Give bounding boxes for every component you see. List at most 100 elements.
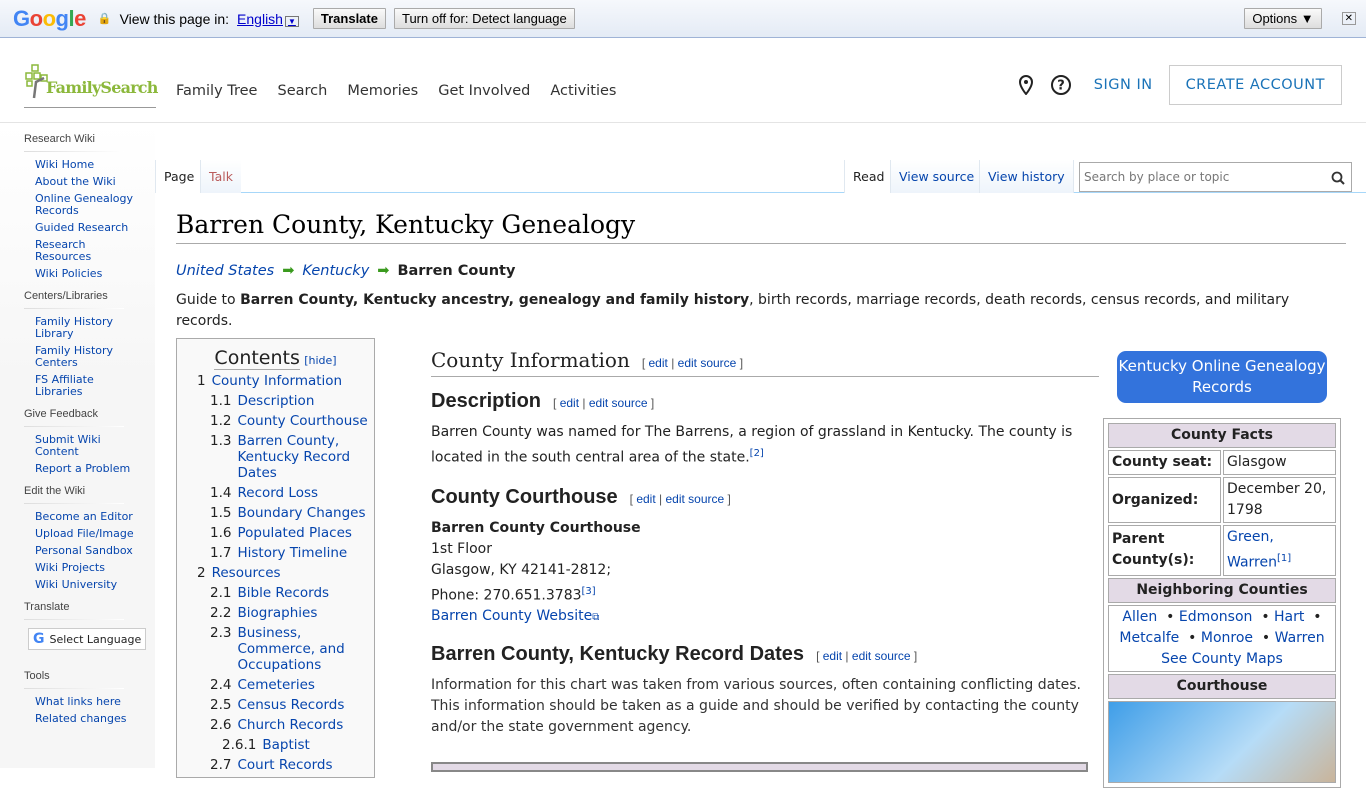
neighbor-county-link[interactable]: Allen <box>1122 609 1157 625</box>
toc-link[interactable]: Bible Records <box>237 585 329 601</box>
translate-button[interactable]: Translate <box>312 8 386 29</box>
turn-off-button[interactable]: Turn off for: Detect language <box>393 8 575 29</box>
sidebar-item[interactable]: Wiki University <box>35 579 135 591</box>
toc-item[interactable]: 1.3 Barren County, Kentucky Record Dates <box>183 433 368 481</box>
toc-item[interactable]: 2.2 Biographies <box>183 605 368 621</box>
toc-link[interactable]: Populated Places <box>237 525 351 541</box>
sidebar-item[interactable]: Guided Research <box>35 222 135 234</box>
toc-link[interactable]: Business, Commerce, and Occupations <box>237 625 368 673</box>
select-language-dropdown[interactable]: G Select Language <box>28 628 146 650</box>
tab-view-source[interactable]: View source <box>890 160 983 193</box>
edit-source-link[interactable]: edit source <box>678 356 737 370</box>
toc-link[interactable]: Biographies <box>237 605 317 621</box>
sidebar-item[interactable]: Family History Centers <box>35 345 135 369</box>
toc-link[interactable]: Resources <box>212 565 281 581</box>
toc-item[interactable]: 2.7 Court Records <box>183 757 368 773</box>
sidebar-item[interactable]: Wiki Home <box>35 159 135 171</box>
county-website-link[interactable]: Barren County Website <box>431 608 592 624</box>
nav-activities[interactable]: Activities <box>550 83 616 99</box>
location-pin-icon[interactable] <box>1018 75 1034 95</box>
edit-source-link[interactable]: edit source <box>665 492 724 506</box>
toc-item[interactable]: 2.1 Bible Records <box>183 585 368 601</box>
toc-link[interactable]: Census Records <box>237 697 344 713</box>
breadcrumb-united-states[interactable]: United States <box>176 263 274 279</box>
sidebar-item[interactable]: Personal Sandbox <box>35 545 135 557</box>
toc-link[interactable]: County Information <box>212 373 343 389</box>
nav-get-involved[interactable]: Get Involved <box>438 83 530 99</box>
toc-link[interactable]: Church Records <box>237 717 343 733</box>
sidebar-item[interactable]: Research Resources <box>35 239 135 263</box>
search-icon[interactable] <box>1331 171 1345 185</box>
toc-item[interactable]: 1.7 History Timeline <box>183 545 368 561</box>
nav-family-tree[interactable]: Family Tree <box>176 83 257 99</box>
sidebar-item[interactable]: What links here <box>35 696 135 708</box>
toc-link[interactable]: History Timeline <box>237 545 347 561</box>
toc-link[interactable]: Record Loss <box>237 485 318 501</box>
toc-link[interactable]: Baptist <box>262 737 309 753</box>
sidebar-item[interactable]: Wiki Projects <box>35 562 135 574</box>
nav-memories[interactable]: Memories <box>347 83 418 99</box>
toc-item[interactable]: 1.4 Record Loss <box>183 485 368 501</box>
toc-item[interactable]: 2.3 Business, Commerce, and Occupations <box>183 625 368 673</box>
neighbor-county-link[interactable]: Monroe <box>1201 630 1253 646</box>
search-input[interactable]: Search by place or topic <box>1079 162 1352 192</box>
tab-view-history[interactable]: View history <box>979 160 1074 193</box>
help-icon[interactable]: ? <box>1050 74 1072 96</box>
reference-link[interactable]: [3] <box>582 586 596 597</box>
tab-talk[interactable]: Talk <box>200 160 241 193</box>
parent-counties-link[interactable]: Green, Warren <box>1227 529 1277 571</box>
toc-link[interactable]: Barren County, Kentucky Record Dates <box>237 433 368 481</box>
edit-source-link[interactable]: edit source <box>852 649 911 663</box>
toc-link[interactable]: County Courthouse <box>237 413 367 429</box>
language-select[interactable]: English ▼ <box>237 11 299 27</box>
sidebar-item[interactable]: Wiki Policies <box>35 268 135 280</box>
edit-source-link[interactable]: edit source <box>589 396 648 410</box>
toc-item[interactable]: 1.6 Populated Places <box>183 525 368 541</box>
edit-link[interactable]: edit <box>823 649 842 663</box>
sidebar-item[interactable]: Family History Library <box>35 316 135 340</box>
toc-item[interactable]: 1.2 County Courthouse <box>183 413 368 429</box>
toc-item[interactable]: 1.1 Description <box>183 393 368 409</box>
toc-hide-link[interactable]: [hide] <box>304 354 336 367</box>
tab-page[interactable]: Page <box>155 160 203 193</box>
toc-item[interactable]: 2.5 Census Records <box>183 697 368 713</box>
toc-item[interactable]: 2.6 Church Records <box>183 717 368 733</box>
neighbor-county-link[interactable]: Warren <box>1275 630 1325 646</box>
sign-in-link[interactable]: SIGN IN <box>1094 77 1153 93</box>
toc-link[interactable]: Court Records <box>237 757 332 773</box>
sidebar-item[interactable]: Upload File/Image <box>35 528 135 540</box>
toc-link[interactable]: Description <box>237 393 314 409</box>
sidebar-item[interactable]: Online Genealogy Records <box>35 193 135 217</box>
reference-link[interactable]: [2] <box>750 448 764 459</box>
toc-item[interactable]: 1 County Information <box>183 373 368 389</box>
toc-item[interactable]: 2.6.1 Baptist <box>183 737 368 753</box>
close-icon[interactable]: ✕ <box>1341 12 1356 25</box>
see-county-maps-link[interactable]: See County Maps <box>1161 651 1283 667</box>
sidebar-item[interactable]: Submit Wiki Content <box>35 434 135 458</box>
toc-item[interactable]: 2 Resources <box>183 565 368 581</box>
sidebar-item[interactable]: About the Wiki <box>35 176 135 188</box>
reference-link[interactable]: [1] <box>1277 553 1291 564</box>
tab-read[interactable]: Read <box>844 160 893 193</box>
kentucky-online-records-button[interactable]: Kentucky Online Genealogy Records <box>1117 351 1327 403</box>
edit-link[interactable]: edit <box>636 492 655 506</box>
toc-item[interactable]: 1.5 Boundary Changes <box>183 505 368 521</box>
familysearch-logo[interactable]: FamilySearch <box>24 64 158 108</box>
breadcrumb-kentucky[interactable]: Kentucky <box>302 263 369 279</box>
courthouse-photo[interactable] <box>1109 701 1335 782</box>
toc-item[interactable]: 2.4 Cemeteries <box>183 677 368 693</box>
nav-search[interactable]: Search <box>277 83 327 99</box>
neighbor-county-link[interactable]: Edmonson <box>1179 609 1253 625</box>
sidebar-item[interactable]: Related changes <box>35 713 135 725</box>
neighbor-county-link[interactable]: Hart <box>1274 609 1304 625</box>
toc-link[interactable]: Cemeteries <box>237 677 314 693</box>
options-button[interactable]: Options ▼ <box>1244 8 1322 29</box>
edit-link[interactable]: edit <box>560 396 579 410</box>
sidebar-item[interactable]: Report a Problem <box>35 463 135 475</box>
neighbor-county-link[interactable]: Metcalfe <box>1119 630 1179 646</box>
sidebar-item[interactable]: Become an Editor <box>35 511 135 523</box>
create-account-button[interactable]: CREATE ACCOUNT <box>1168 65 1342 105</box>
toc-link[interactable]: Boundary Changes <box>237 505 365 521</box>
edit-link[interactable]: edit <box>649 356 668 370</box>
sidebar-item[interactable]: FS Affiliate Libraries <box>35 374 135 398</box>
